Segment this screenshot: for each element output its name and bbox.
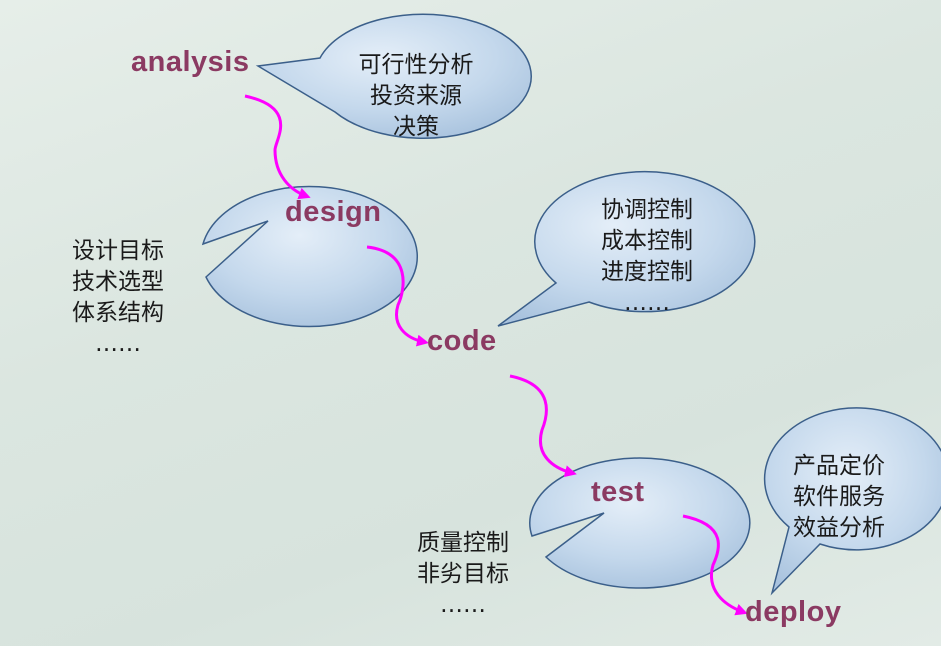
bubble-code-line: …… <box>624 290 670 316</box>
bubble-analysis-line: 投资来源 <box>370 83 462 109</box>
stage-code-label: code <box>427 325 497 357</box>
bubble-design-line: …… <box>95 331 141 357</box>
arrow-code-to-test <box>509 374 577 478</box>
bubble-code-line: 协调控制 <box>601 197 693 223</box>
bubble-code-line: 成本控制 <box>601 228 693 254</box>
arrow-analysis-to-design <box>244 94 311 200</box>
bubble-test-line: 质量控制 <box>417 530 509 556</box>
bubble-design-line: 技术选型 <box>72 269 164 295</box>
bubble-deploy-line: 效益分析 <box>793 515 885 541</box>
bubble-deploy-line: 软件服务 <box>793 484 885 510</box>
process-diagram: analysis design code test deploy 可行性分析 投… <box>0 0 941 646</box>
bubble-test-line: 非劣目标 <box>417 561 509 587</box>
bubble-analysis-line: 可行性分析 <box>358 52 474 78</box>
bubble-analysis-text: 可行性分析 投资来源 决策 <box>346 50 486 143</box>
stage-deploy-label: deploy <box>745 596 842 628</box>
bubble-analysis-line: 决策 <box>393 114 439 140</box>
stage-analysis-label: analysis <box>131 46 250 78</box>
bubble-design-line: 设计目标 <box>72 238 164 264</box>
bubble-test-line: …… <box>440 592 486 618</box>
bubble-deploy-line: 产品定价 <box>793 453 885 479</box>
stage-design-label: design <box>285 196 382 228</box>
stage-test-label: test <box>591 476 645 508</box>
bubble-code-line: 进度控制 <box>601 259 693 285</box>
bubble-deploy-text: 产品定价 软件服务 效益分析 <box>769 451 909 544</box>
bubble-test-text: 质量控制 非劣目标 …… <box>393 528 533 621</box>
bubble-code-text: 协调控制 成本控制 进度控制 …… <box>577 195 717 319</box>
bubble-design-line: 体系结构 <box>72 300 164 326</box>
bubble-design-text: 设计目标 技术选型 体系结构 …… <box>48 236 188 360</box>
